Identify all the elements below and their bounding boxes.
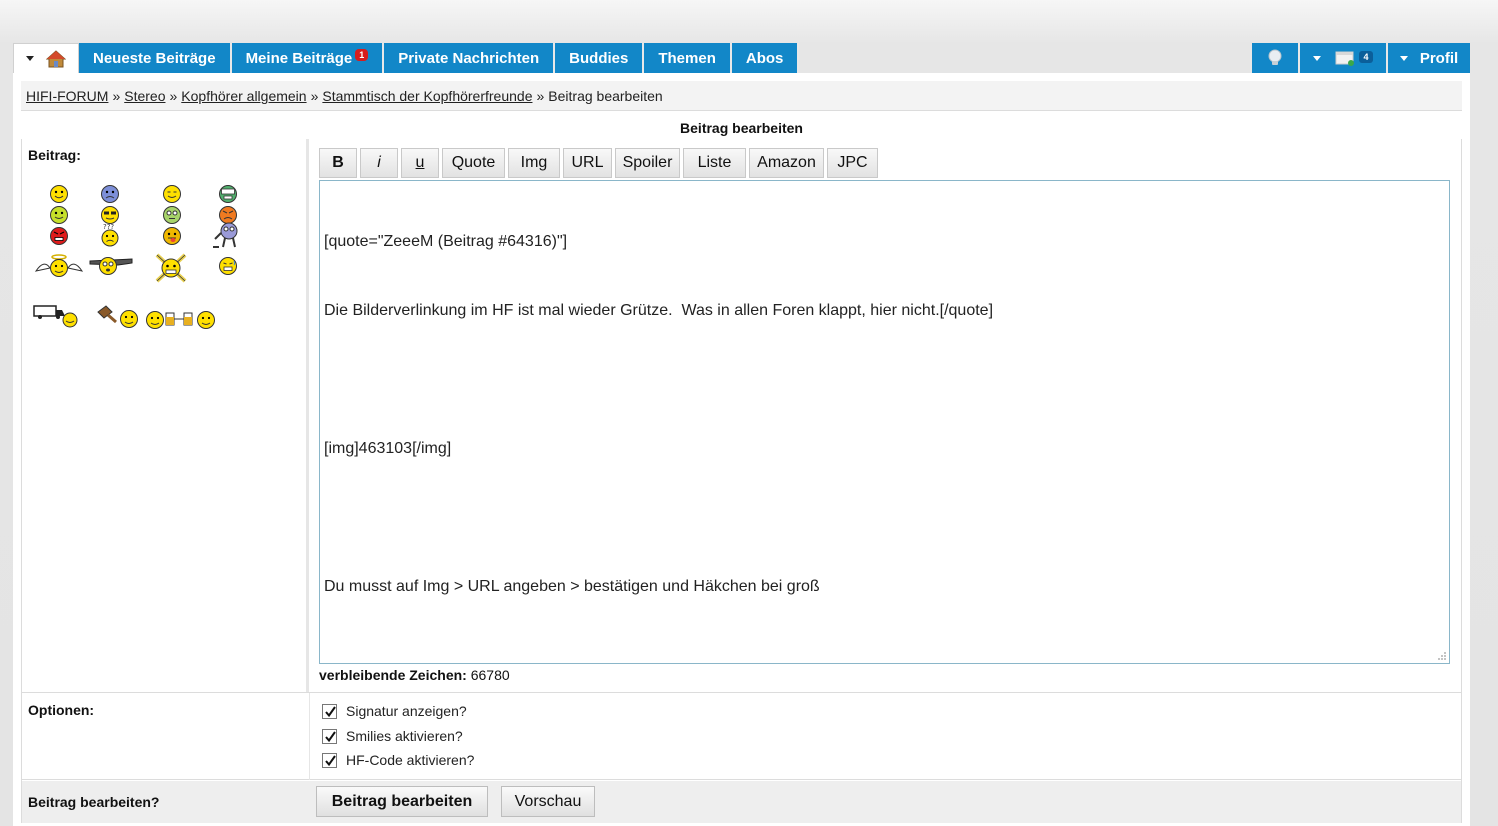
- smile-green-icon[interactable]: [49, 205, 69, 225]
- bbcode-toolbar: B i u Quote Img URL Spoiler Liste Amazon…: [319, 148, 878, 178]
- confused-icon[interactable]: ???: [100, 223, 120, 247]
- options-row: Optionen: Signatur anzeigen? Smilies akt…: [22, 692, 1461, 780]
- chevron-down-icon[interactable]: [1399, 55, 1408, 61]
- teeth-icon[interactable]: [218, 184, 238, 204]
- editor-line: [img]463103[/img]: [324, 440, 452, 457]
- truck-icon[interactable]: [32, 302, 80, 330]
- tab-themen[interactable]: Themen: [644, 43, 732, 73]
- breadcrumb-separator: »: [169, 88, 178, 104]
- main-panel: HIFI-FORUM» Stereo» Kopfhörer allgemein» St…: [13, 73, 1470, 826]
- remaining-value: 66780: [470, 667, 510, 683]
- tongue-icon[interactable]: [162, 226, 182, 246]
- breadcrumb: HIFI-FORUM» Stereo» Kopfhörer allgemein» St…: [21, 81, 1462, 111]
- jpc-button[interactable]: JPC: [827, 148, 878, 178]
- chevron-down-icon[interactable]: [26, 56, 34, 61]
- resize-handle-icon[interactable]: [1437, 651, 1447, 661]
- hf-code-checkbox[interactable]: [322, 752, 337, 768]
- tab-abos[interactable]: Abos: [731, 43, 800, 73]
- bold-button[interactable]: B: [319, 148, 357, 178]
- option-hf-code[interactable]: HF-Code aktivieren?: [322, 752, 474, 768]
- cheers-icon[interactable]: [144, 307, 218, 331]
- smiley-palette: ???: [22, 139, 309, 439]
- amazon-button[interactable]: Amazon: [749, 148, 824, 178]
- hammer-icon[interactable]: [94, 304, 140, 330]
- tab-meine-beitraege[interactable]: Meine Beiträge 1: [231, 43, 385, 73]
- breadcrumb-separator: »: [310, 88, 319, 104]
- breadcrumb-separator: »: [536, 88, 545, 104]
- post-textarea[interactable]: [quote="ZeeeM (Beitrag #64316)"] Die Bil…: [319, 180, 1450, 664]
- smilies-checkbox[interactable]: [322, 728, 337, 744]
- option-smilies[interactable]: Smilies aktivieren?: [322, 728, 463, 744]
- form-title: Beitrag bearbeiten: [680, 120, 803, 136]
- messages-badge: 4: [1359, 51, 1373, 63]
- option-label: Smilies aktivieren?: [346, 728, 463, 744]
- list-button[interactable]: Liste: [683, 148, 746, 178]
- edit-form: Beitrag: ??? B i u Quote Img URL Spoiler…: [21, 139, 1462, 823]
- mad-icon[interactable]: [49, 226, 69, 246]
- img-button[interactable]: Img: [508, 148, 560, 178]
- breadcrumb-link[interactable]: Stammtisch der Kopfhörerfreunde: [322, 88, 532, 104]
- signatur-checkbox[interactable]: [322, 703, 337, 719]
- url-button[interactable]: URL: [563, 148, 612, 178]
- chevron-down-icon[interactable]: [1313, 55, 1322, 61]
- cool-icon[interactable]: [100, 205, 120, 225]
- tab-private-nachrichten[interactable]: Private Nachrichten: [384, 43, 556, 73]
- editor-line: [quote="ZeeeM (Beitrag #64316)"]: [324, 233, 568, 250]
- editor-line: Die Bilderverlinkung im HF ist mal wiede…: [324, 302, 994, 319]
- notification-badge: 1: [355, 49, 369, 61]
- nav-left: Neueste Beiträge Meine Beiträge 1 Privat…: [13, 43, 800, 73]
- breadcrumb-separator: »: [112, 88, 121, 104]
- breadcrumb-link[interactable]: HIFI-FORUM: [26, 88, 108, 104]
- tab-neueste-beitraege[interactable]: Neueste Beiträge: [79, 43, 232, 73]
- option-label: Signatur anzeigen?: [346, 703, 467, 719]
- column-divider: [309, 693, 310, 780]
- spoiler-button[interactable]: Spoiler: [615, 148, 680, 178]
- underline-button[interactable]: u: [401, 148, 439, 178]
- preview-button[interactable]: Vorschau: [501, 786, 595, 817]
- submit-button[interactable]: Beitrag bearbeiten: [316, 786, 488, 817]
- angel-icon[interactable]: [34, 253, 84, 279]
- robot-icon[interactable]: [211, 221, 243, 249]
- tab-label: Meine Beiträge: [245, 49, 353, 67]
- top-navigation: Neueste Beiträge Meine Beiträge 1 Privat…: [13, 43, 1470, 73]
- sad-icon[interactable]: [100, 184, 120, 204]
- option-label: HF-Code aktivieren?: [346, 752, 475, 768]
- home-icon[interactable]: [46, 49, 66, 68]
- home-tab[interactable]: [13, 43, 79, 73]
- lightbulb-button[interactable]: [1250, 43, 1298, 73]
- submit-row: Beitrag bearbeiten? Beitrag bearbeiten V…: [22, 781, 1461, 823]
- remaining-characters: verbleibende Zeichen: 66780: [319, 667, 510, 683]
- pirate-icon[interactable]: [153, 251, 189, 285]
- nervous-icon[interactable]: [218, 256, 238, 276]
- gun-icon[interactable]: [88, 253, 134, 279]
- window-icon: [1335, 51, 1355, 66]
- option-signatur[interactable]: Signatur anzeigen?: [322, 703, 467, 719]
- tab-buddies[interactable]: Buddies: [555, 43, 645, 73]
- smile-icon[interactable]: [49, 184, 69, 204]
- dizzy-icon[interactable]: [162, 205, 182, 225]
- nav-right: 4 Profil: [1250, 43, 1470, 73]
- smiley-column: Beitrag: ???: [22, 139, 309, 692]
- wink-icon[interactable]: [162, 184, 182, 204]
- lightbulb-icon: [1268, 49, 1282, 65]
- optionen-label: Optionen:: [28, 702, 95, 718]
- profile-label: Profil: [1419, 49, 1459, 67]
- messages-button[interactable]: 4: [1298, 43, 1386, 73]
- profile-button[interactable]: Profil: [1386, 43, 1470, 73]
- italic-button[interactable]: i: [360, 148, 398, 178]
- remaining-label: verbleibende Zeichen:: [319, 667, 467, 683]
- quote-button[interactable]: Quote: [442, 148, 505, 178]
- breadcrumb-link[interactable]: Kopfhörer allgemein: [181, 88, 306, 104]
- submit-row-label: Beitrag bearbeiten?: [28, 794, 160, 810]
- editor-line: Du musst auf Img > URL angeben > bestäti…: [324, 578, 820, 595]
- breadcrumb-current: Beitrag bearbeiten: [548, 88, 663, 104]
- breadcrumb-link[interactable]: Stereo: [124, 88, 165, 104]
